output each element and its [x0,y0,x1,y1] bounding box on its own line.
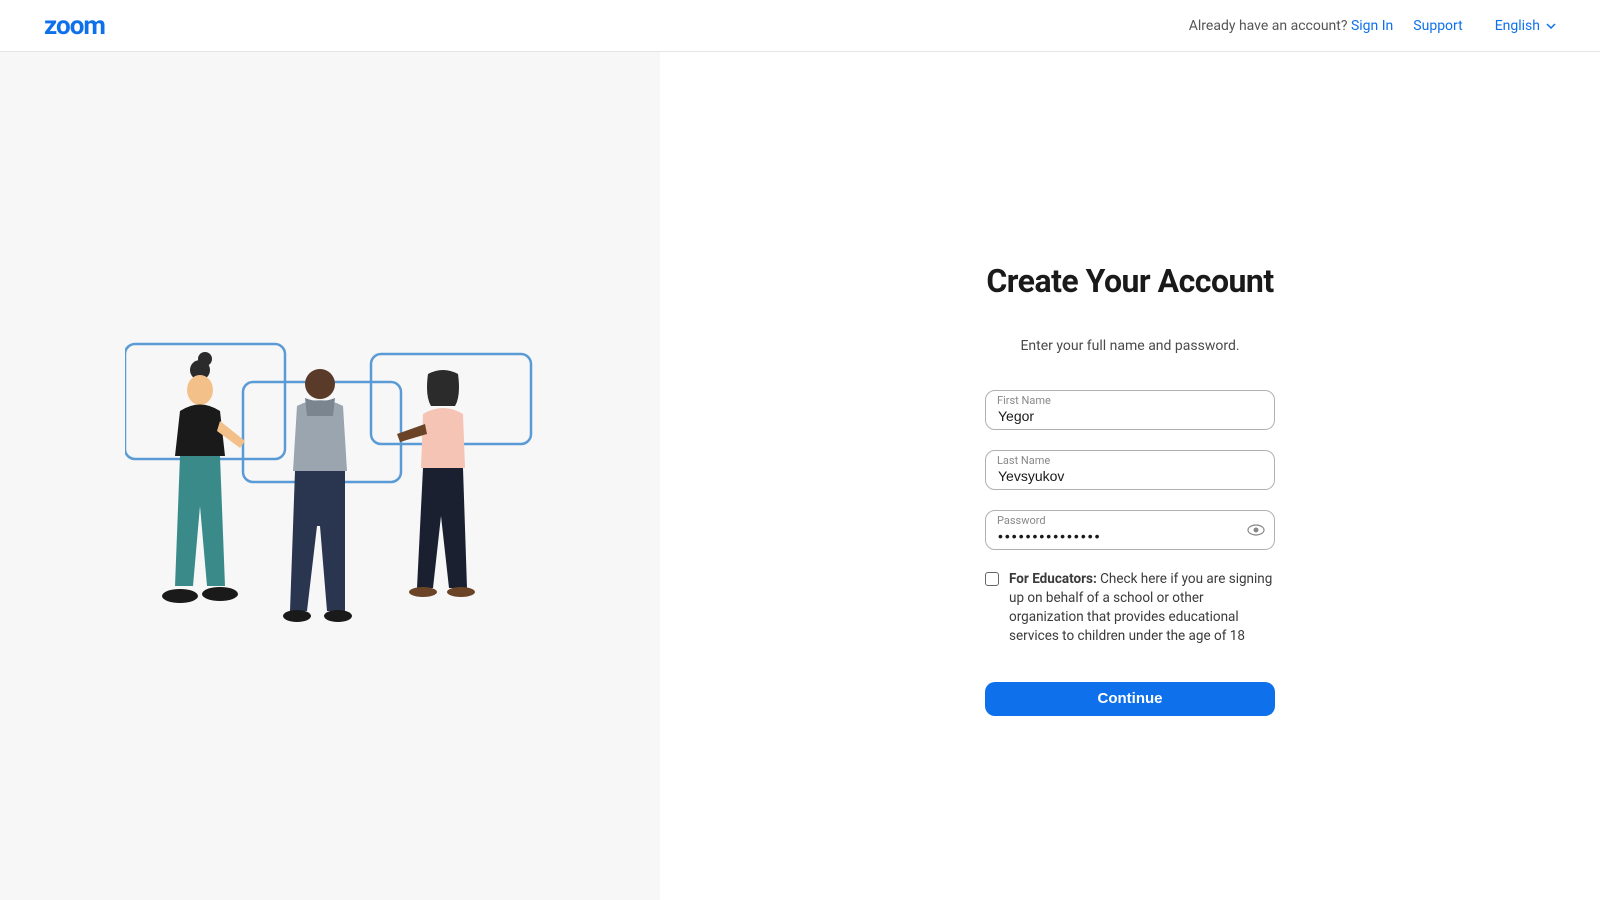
zoom-logo[interactable]: zoom [44,11,105,41]
password-wrapper: Password [985,510,1275,550]
sign-in-link[interactable]: Sign In [1351,18,1393,34]
educators-checkbox[interactable] [985,572,999,586]
header-right: Already have an account? Sign In Support… [1189,18,1556,34]
page-title: Create Your Account [986,262,1273,300]
last-name-input[interactable] [985,450,1275,490]
language-label: English [1495,18,1540,34]
signup-form: Enter your full name and password. First… [985,338,1275,716]
educators-checkbox-row: For Educators: Check here if you are sig… [985,570,1275,646]
continue-button[interactable]: Continue [985,682,1275,716]
main-content: Create Your Account Enter your full name… [0,52,1600,900]
already-have-label: Already have an account? [1189,18,1348,34]
password-input[interactable] [985,510,1275,550]
chevron-down-icon [1546,23,1556,29]
language-selector[interactable]: English [1495,18,1556,34]
already-have-account-text: Already have an account? Sign In [1189,18,1394,34]
educators-bold-label: For Educators: [1009,571,1097,587]
last-name-wrapper: Last Name [985,450,1275,490]
first-name-wrapper: First Name [985,390,1275,430]
illustration-panel [0,52,660,900]
form-subtitle: Enter your full name and password. [985,338,1275,354]
educators-text: For Educators: Check here if you are sig… [1009,570,1275,646]
header: zoom Already have an account? Sign In Su… [0,0,1600,52]
first-name-input[interactable] [985,390,1275,430]
people-illustration [125,326,535,626]
form-panel: Create Your Account Enter your full name… [660,52,1600,900]
support-link[interactable]: Support [1413,18,1462,34]
eye-icon[interactable] [1247,524,1265,536]
